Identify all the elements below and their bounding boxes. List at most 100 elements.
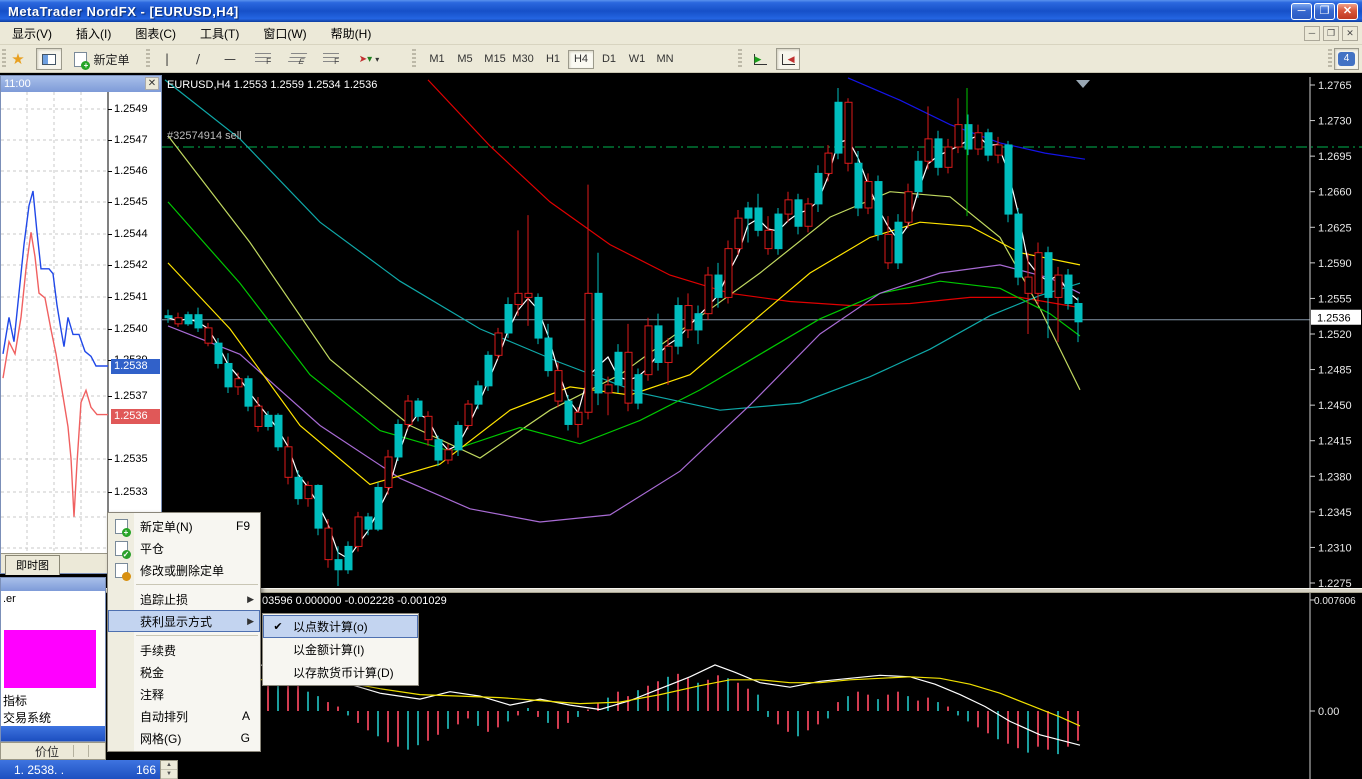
close-position-doc-icon: ✓ (114, 540, 131, 559)
submenu-item-3[interactable]: 以存款货币计算(D) (263, 661, 418, 684)
context-menu: + 新定单(N) F9 ✓ 平仓 修改或删除定单 追踪止损 ▶ 获利显示方式 ▶ 手续费税金注释 自动… (107, 512, 261, 752)
context-menu-item-8[interactable]: 手续费 (108, 639, 260, 661)
chart-shift-icon: ◀ (781, 53, 795, 65)
submenu-item-1[interactable]: ✔ 以点数计算(o) (263, 615, 418, 638)
tick-price-label: 1.2540 (108, 323, 148, 335)
minimize-button[interactable]: ─ (1291, 3, 1312, 20)
timeframe-m5[interactable]: M5 (452, 50, 478, 69)
arrows-tool[interactable]: ➤▾ ▾ (350, 48, 388, 70)
toolbar-grip-4[interactable] (738, 49, 742, 69)
menu-item-3[interactable]: 图表(C) (123, 22, 188, 45)
menu-item-2[interactable]: 插入(I) (64, 22, 123, 45)
bid-price-box: 1.2538 (111, 359, 160, 374)
toolbar-grip-3[interactable] (412, 49, 416, 69)
favorites-button[interactable]: ★ (6, 48, 30, 70)
trendline-tool[interactable]: / (184, 48, 212, 70)
context-menu-item-6[interactable]: 获利显示方式 ▶ (108, 610, 260, 632)
quote-column-header[interactable]: 价位 (0, 742, 106, 760)
toolbar-grip-5[interactable] (1328, 49, 1332, 69)
navigator-selected-row[interactable] (1, 726, 105, 741)
chart-shift-button[interactable]: ◀ (776, 48, 800, 70)
menu-items: 显示(V) 插入(I) 图表(C) 工具(T) 窗口(W) 帮助(H) (0, 22, 383, 45)
indicator-axis-max-label: 0.007606 (1314, 596, 1356, 607)
tick-chart-window: 11:00 ✕ 1.2549 1.2547 1.2546 1.2545 1.2544 1.… (0, 75, 162, 575)
menu-item-5[interactable]: 窗口(W) (251, 22, 318, 45)
metatrader-window: { "window": { "title": "MetaTrader NordF… (0, 0, 1362, 779)
dropdown-caret-icon: ▾ (375, 54, 380, 64)
context-menu-item-10[interactable]: 注释 (108, 683, 260, 705)
mdi-close-button[interactable]: ✕ (1342, 26, 1358, 41)
timeframe-m30[interactable]: M30 (508, 50, 538, 69)
quote-spinner: ▲ ▼ (160, 760, 178, 779)
navigator-window: .er 指标 交易系统 (0, 577, 106, 742)
toolbar: ★ + 新定单 | / — F E F ➤▾ ▾ M1 M5 M15 M30 H1 H4 D… (0, 45, 1362, 73)
tick-window-titlebar[interactable]: 11:00 ✕ (1, 76, 161, 92)
mdi-minimize-button[interactable]: ─ (1304, 26, 1320, 41)
navigator-partial-text: .er (3, 593, 16, 605)
new-order-doc-icon: + (114, 518, 131, 537)
quote-row[interactable]: 1. 2538. . 166 (0, 760, 160, 779)
tick-chart-canvas[interactable] (1, 92, 109, 553)
menu-item-4[interactable]: 工具(T) (188, 22, 251, 45)
context-menu-item-9[interactable]: 税金 (108, 661, 260, 683)
tick-window-close-icon[interactable]: ✕ (145, 77, 159, 90)
profit-display-submenu: ✔ 以点数计算(o) 以金额计算(I) 以存款货币计算(D) (262, 613, 419, 686)
submenu-item-2[interactable]: 以金额计算(I) (263, 638, 418, 661)
new-order-icon: + (74, 51, 91, 70)
context-menu-item-11[interactable]: 自动排列 A (108, 705, 260, 727)
timeframe-h1[interactable]: H1 (540, 50, 566, 69)
title-bar[interactable]: MetaTrader NordFX - [EURUSD,H4] ─ ❐ ✕ (0, 0, 1362, 22)
candles (164, 88, 1083, 587)
context-menu-item-2[interactable]: ✓ 平仓 (108, 537, 260, 559)
timeframe-m1[interactable]: M1 (424, 50, 450, 69)
context-menu-item-1[interactable]: + 新定单(N) F9 (108, 515, 260, 537)
menu-separator (136, 635, 258, 636)
timeframe-mn[interactable]: MN (652, 50, 678, 69)
mdi-restore-button[interactable]: ❐ (1323, 26, 1339, 41)
menu-bar: 显示(V) 插入(I) 图表(C) 工具(T) 窗口(W) 帮助(H) ─ ❐ ✕ (0, 22, 1362, 45)
market-watch-toggle-button[interactable] (36, 48, 62, 70)
navigator-titlebar[interactable] (1, 578, 105, 591)
toolbar-grip-2[interactable] (146, 49, 150, 69)
context-menu-item-5[interactable]: 追踪止损 ▶ (108, 588, 260, 610)
horizontal-line-tool[interactable]: — (216, 48, 244, 70)
spin-down-icon[interactable]: ▼ (161, 770, 177, 779)
close-button[interactable]: ✕ (1337, 3, 1358, 20)
timeframe-h4[interactable]: H4 (568, 50, 594, 69)
tick-chart-tab[interactable]: 即时图 (5, 555, 60, 575)
spin-up-icon[interactable]: ▲ (161, 761, 177, 770)
menu-item-label: 获利显示方式 (140, 614, 213, 629)
fibonacci-tool[interactable]: F (248, 48, 278, 70)
new-order-label: 新定单 (93, 52, 130, 67)
navigator-item-systems[interactable]: 交易系统 (3, 709, 51, 726)
tick-price-label: 1.2547 (108, 134, 148, 146)
column-separator-2[interactable] (88, 745, 90, 757)
fibonacci-grid-tool[interactable]: F (316, 48, 346, 70)
menu-item-6[interactable]: 帮助(H) (319, 22, 384, 45)
navigator-item-indicators[interactable]: 指标 (3, 692, 27, 709)
new-order-button[interactable]: + 新定单 (66, 48, 138, 70)
close-position-icon: ✓ (108, 540, 134, 559)
price-header-label: 价位 (35, 744, 60, 759)
star-icon: ★ (11, 51, 25, 68)
modify-order-icon (108, 562, 134, 581)
mdi-window-controls: ─ ❐ ✕ (1304, 26, 1358, 41)
timeframe-w1[interactable]: W1 (624, 50, 650, 69)
auto-scroll-button[interactable]: ▶ (748, 48, 772, 70)
context-menu-item-3[interactable]: 修改或删除定单 (108, 559, 260, 581)
menu-item-1[interactable]: 显示(V) (0, 22, 64, 45)
equidistant-channel-tool[interactable]: E (282, 48, 312, 70)
chart-shift-marker-icon[interactable] (1076, 80, 1090, 88)
timeframe-d1[interactable]: D1 (596, 50, 622, 69)
trendline-icon: / (195, 52, 201, 66)
menu-item-label: 税金 (140, 665, 165, 680)
menu-item-label: 手续费 (140, 643, 177, 658)
column-separator[interactable] (73, 745, 75, 757)
maximize-button[interactable]: ❐ (1314, 3, 1335, 20)
context-menu-item-12[interactable]: 网格(G) G (108, 727, 260, 749)
price-axis-label: 1.2380 (1318, 471, 1352, 483)
price-axis-label: 1.2450 (1318, 400, 1352, 412)
comments-button[interactable]: 4 (1334, 48, 1359, 70)
vertical-line-tool[interactable]: | (154, 48, 180, 70)
timeframe-m15[interactable]: M15 (480, 50, 510, 69)
